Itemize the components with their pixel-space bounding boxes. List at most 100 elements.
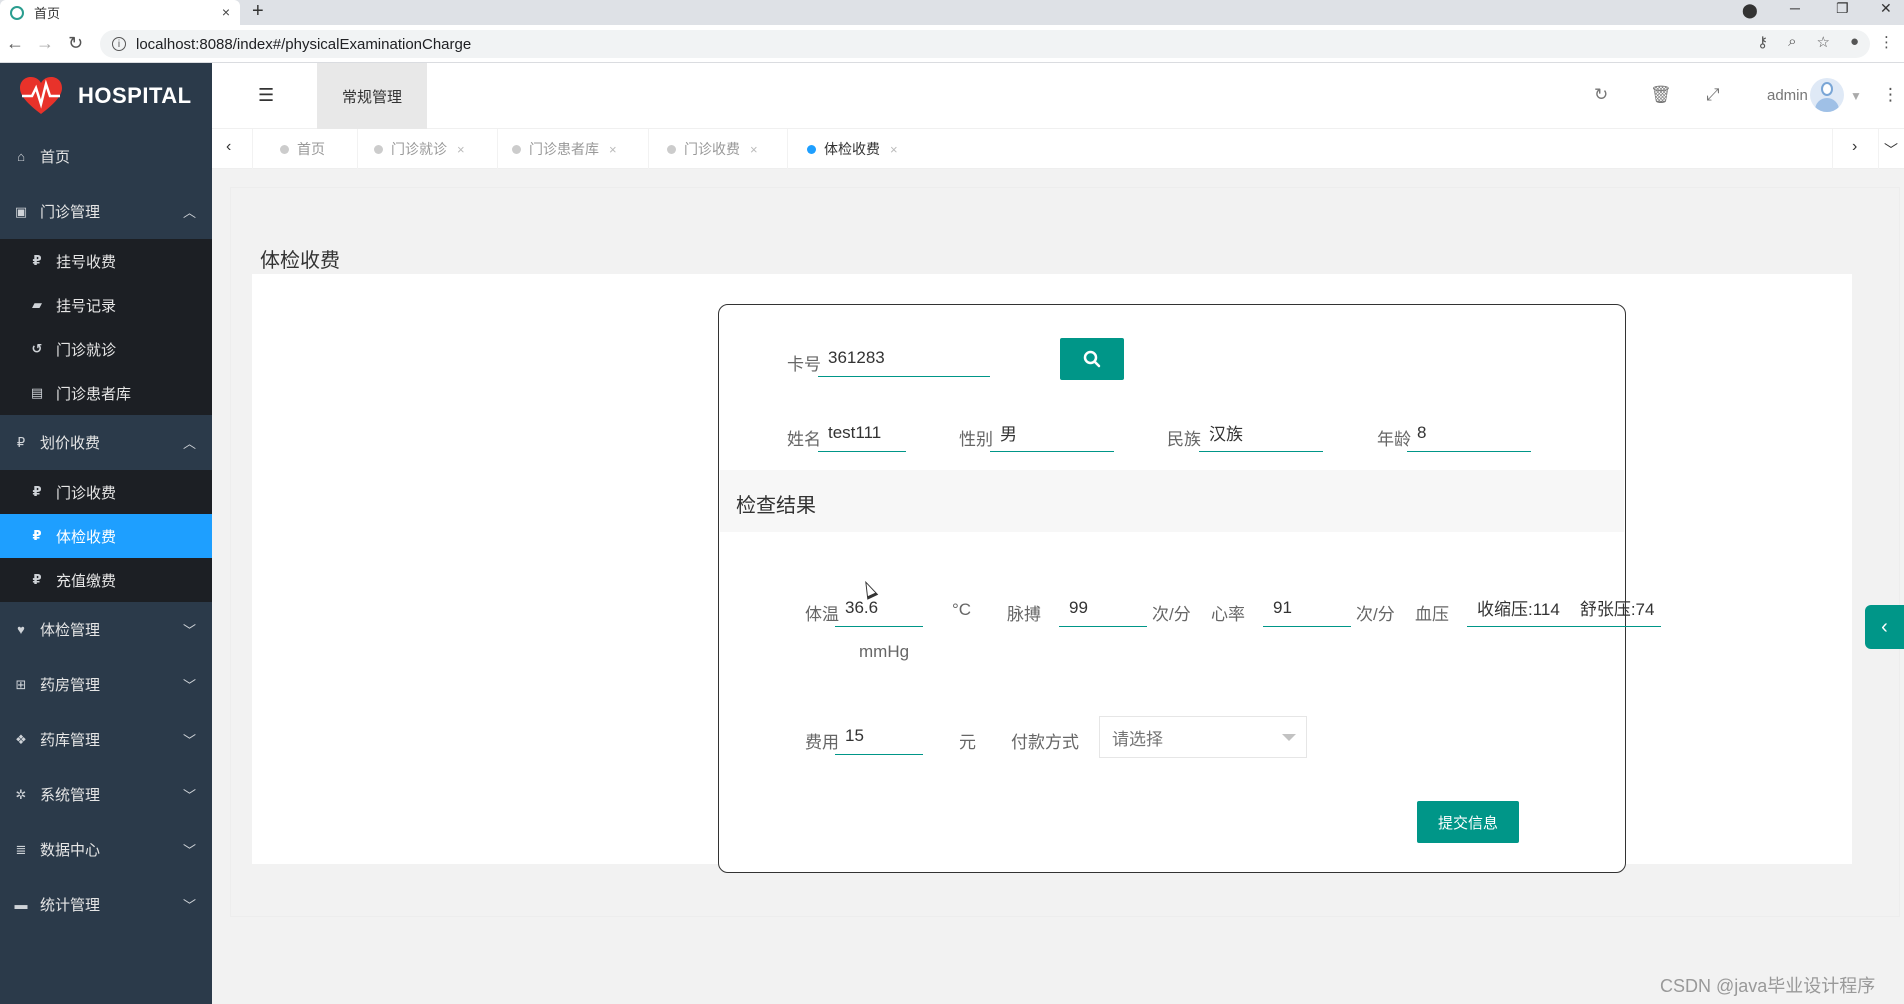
menu-statistics[interactable]: ▬ 统计管理 ﹀ — [0, 877, 212, 932]
tab-close-icon[interactable]: × — [457, 142, 465, 157]
tab-dot-icon — [807, 144, 816, 154]
page-title: 体检收费 — [260, 250, 340, 272]
ruble-icon: ₽ — [32, 484, 42, 499]
menu-system[interactable]: ✲ 系统管理 ﹀ — [0, 767, 212, 822]
tab-close-icon[interactable]: × — [750, 142, 758, 157]
logo-text: HOSPITAL — [78, 83, 192, 108]
back-icon[interactable]: ← — [6, 33, 24, 54]
restore-icon[interactable]: ❐ — [1836, 0, 1849, 17]
tab-close-icon[interactable]: × — [609, 142, 617, 157]
card-number-input[interactable]: 361283 — [818, 339, 990, 377]
logo[interactable]: HOSPITAL — [0, 63, 212, 129]
refresh-icon[interactable]: ↻ — [1594, 85, 1608, 105]
age-input[interactable]: 8 — [1407, 414, 1531, 452]
gear-icon: ✲ — [15, 786, 27, 802]
zoom-icon[interactable]: ⌕ — [1788, 33, 1796, 51]
tabs-right-arrow-icon[interactable]: › — [1852, 138, 1857, 156]
chevron-up-icon: ︿ — [182, 205, 196, 220]
pulse-input[interactable]: 99 — [1059, 589, 1147, 627]
menu-data-center[interactable]: ≣ 数据中心 ﹀ — [0, 822, 212, 877]
diastolic-value: 舒张压:74 — [1579, 600, 1655, 619]
trash-icon[interactable]: 🗑 — [1650, 85, 1672, 105]
pulse-label: 脉搏 — [1007, 605, 1041, 624]
profile-dropdown-icon[interactable]: ⬤ — [1742, 2, 1758, 19]
window-close-icon[interactable]: ✕ — [1880, 0, 1892, 17]
side-drawer-toggle[interactable]: ‹ — [1865, 605, 1904, 649]
sidebar-item-registration-records[interactable]: ▰ 挂号记录 — [0, 283, 212, 327]
tab-dot-icon — [280, 144, 289, 154]
nav-regular-management[interactable]: 常规管理 — [317, 63, 427, 129]
gender-label: 性别 — [959, 430, 993, 449]
ruble-icon: ₽ — [32, 253, 42, 268]
menu-outpatient[interactable]: ▣ 门诊管理 ︿ — [0, 184, 212, 239]
new-tab-button[interactable]: + — [252, 0, 264, 23]
tab-exam-charge[interactable]: 体检收费 × — [807, 129, 898, 169]
sidebar-item-registration-charge[interactable]: ₽ 挂号收费 — [0, 239, 212, 283]
sidebar-item-label: 门诊收费 — [56, 484, 117, 502]
browser-tab[interactable]: 首页 × — [0, 0, 240, 25]
ethnicity-input[interactable]: 汉族 — [1199, 414, 1323, 452]
minimize-icon[interactable]: ─ — [1790, 0, 1800, 16]
sidebar-item-patient-library[interactable]: ▤ 门诊患者库 — [0, 371, 212, 415]
heart-rate-input[interactable]: 91 — [1263, 589, 1351, 627]
menu-label: 药房管理 — [40, 677, 101, 694]
fee-input[interactable]: 15 — [835, 717, 923, 755]
ruble-icon: ₽ — [16, 434, 26, 450]
account-icon[interactable]: ● — [1850, 33, 1859, 51]
user-name[interactable]: admin — [1767, 87, 1808, 104]
gender-input[interactable]: 男 — [990, 414, 1114, 452]
tab-close-icon[interactable]: × — [890, 142, 898, 157]
temperature-input[interactable]: 36.6 — [835, 589, 923, 627]
sidebar-item-exam-charge[interactable]: ₽ 体检收费 — [0, 514, 212, 558]
cubes-icon: ❖ — [15, 731, 27, 747]
fee-label: 费用 — [805, 733, 839, 752]
menu-label: 体检管理 — [40, 622, 101, 639]
tab-home[interactable]: 首页 — [280, 129, 325, 169]
close-tab-icon[interactable]: × — [222, 4, 230, 20]
chevron-down-icon: ﹀ — [182, 843, 196, 858]
tab-label: 门诊就诊 — [391, 141, 447, 157]
menu-pharmacy[interactable]: ⊞ 药房管理 ﹀ — [0, 657, 212, 712]
url-field[interactable]: i localhost:8088/index#/physicalExaminat… — [100, 30, 1870, 58]
sidebar-item-recharge[interactable]: ₽ 充值缴费 — [0, 558, 212, 602]
reload-icon[interactable]: ↻ — [68, 33, 83, 54]
name-input[interactable]: test111 — [818, 414, 906, 452]
user-dropdown-icon[interactable]: ▼ — [1850, 89, 1862, 103]
browser-menu-icon[interactable]: ⋮ — [1879, 33, 1894, 51]
tabs-dropdown-icon[interactable]: ﹀ — [1884, 140, 1898, 160]
submit-button[interactable]: 提交信息 — [1417, 801, 1519, 843]
more-icon[interactable]: ⋮ — [1882, 85, 1899, 105]
menu-drug-warehouse[interactable]: ❖ 药库管理 ﹀ — [0, 712, 212, 767]
chevron-down-icon: ﹀ — [182, 733, 196, 748]
menu-toggle-icon[interactable]: ☰ — [258, 85, 274, 106]
payment-method-select[interactable]: 请选择 — [1099, 716, 1307, 758]
sidebar-item-outpatient-charge[interactable]: ₽ 门诊收费 — [0, 470, 212, 514]
chevron-down-icon: ﹀ — [182, 678, 196, 693]
temperature-unit: °C — [952, 600, 972, 619]
tab-outpatient-visit[interactable]: 门诊就诊 × — [374, 129, 465, 169]
tab-patient-library[interactable]: 门诊患者库 × — [512, 129, 617, 169]
menu-label: 数据中心 — [40, 842, 101, 859]
tabs-left-arrow-icon[interactable]: ‹ — [226, 138, 231, 156]
card-number-label: 卡号 — [787, 355, 821, 374]
bookmark-star-icon[interactable]: ☆ — [1816, 33, 1829, 51]
tab-outpatient-charge[interactable]: 门诊收费 × — [667, 129, 758, 169]
systolic-value: 收缩压:114 — [1477, 600, 1560, 619]
menu-pricing[interactable]: ₽ 划价收费 ︿ — [0, 415, 212, 470]
forward-icon[interactable]: → — [36, 33, 54, 54]
avatar[interactable] — [1810, 78, 1844, 112]
menu-exam-management[interactable]: ♥ 体检管理 ﹀ — [0, 602, 212, 657]
clipboard-icon: ▣ — [14, 203, 28, 219]
fullscreen-icon[interactable]: ⤢ — [1706, 85, 1720, 105]
menu-home[interactable]: ⌂ 首页 — [0, 129, 212, 184]
comment-icon: ▬ — [14, 897, 28, 912]
blood-pressure-input[interactable]: 收缩压:114 舒张压:74 — [1467, 589, 1661, 627]
payment-method-placeholder: 请选择 — [1112, 729, 1163, 749]
age-label: 年龄 — [1377, 430, 1411, 449]
book-icon: ▰ — [32, 297, 42, 312]
site-info-icon[interactable]: i — [112, 37, 126, 51]
key-icon[interactable]: ⚷ — [1757, 33, 1768, 51]
sidebar-item-outpatient-visit[interactable]: ↺ 门诊就诊 — [0, 327, 212, 371]
name-label: 姓名 — [787, 430, 821, 449]
search-button[interactable] — [1060, 338, 1124, 380]
